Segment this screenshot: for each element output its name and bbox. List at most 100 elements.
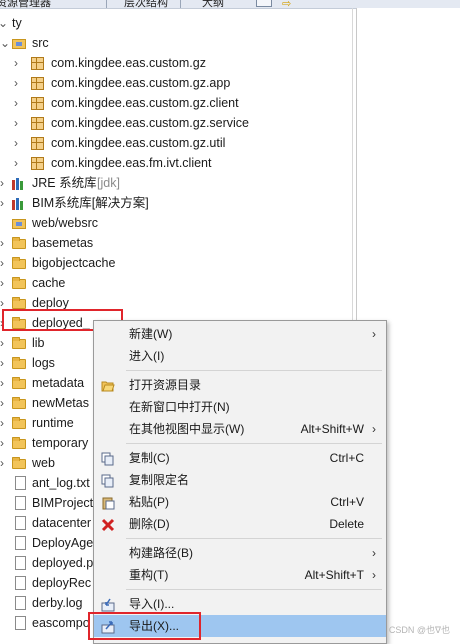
bim-label: BIM系统库[解决方案]	[32, 196, 149, 210]
menu-item-shortcut: Ctrl+C	[329, 451, 364, 465]
context-menu: 新建(W) › 进入(I) 打开资源目录 在新窗口中打开(N) 在其他视图中显示…	[93, 320, 387, 644]
collapse-chevron-icon[interactable]: ›	[0, 193, 10, 213]
collapse-chevron-icon[interactable]: ›	[0, 333, 10, 353]
collapse-chevron-icon[interactable]: ›	[14, 53, 24, 73]
src-label: src	[32, 36, 49, 50]
delete-icon	[101, 517, 115, 532]
menu-item-shortcut: Alt+Shift+W	[300, 422, 364, 436]
submenu-arrow-icon: ›	[372, 546, 376, 560]
menu-item-open-new-window[interactable]: 在新窗口中打开(N)	[94, 396, 386, 418]
menu-item-delete[interactable]: 删除(D) Delete	[94, 513, 386, 535]
menu-item-label: 打开资源目录	[129, 378, 202, 392]
file-label: deployed.p	[32, 556, 94, 570]
folder-icon	[12, 277, 26, 289]
tab-hierarchy[interactable]: 层次结构	[124, 0, 168, 8]
collapse-chevron-icon[interactable]: ›	[0, 353, 10, 373]
collapse-chevron-icon[interactable]: ›	[14, 113, 24, 133]
menu-item-copy-qualified-name[interactable]: 复制限定名	[94, 469, 386, 491]
open-folder-icon	[101, 378, 115, 392]
file-label: derby.log	[32, 596, 83, 610]
expand-chevron-icon[interactable]: ⌄	[0, 33, 10, 53]
collapse-chevron-icon[interactable]: ›	[0, 373, 10, 393]
package-icon	[31, 117, 44, 130]
file-label: ant_log.txt	[32, 476, 90, 490]
folder-icon	[12, 397, 26, 409]
folder-label: runtime	[32, 416, 74, 430]
collapse-chevron-icon[interactable]: ›	[0, 293, 10, 313]
collapse-chevron-icon[interactable]: ›	[0, 173, 10, 193]
collapse-chevron-icon[interactable]: ›	[0, 393, 10, 413]
collapse-chevron-icon[interactable]: ›	[0, 313, 10, 333]
menu-item-label: 导出(X)...	[129, 619, 179, 633]
collapse-chevron-icon[interactable]: ›	[0, 433, 10, 453]
submenu-arrow-icon: ›	[372, 568, 376, 582]
menu-item-build-path[interactable]: 构建路径(B) ›	[94, 542, 386, 564]
menu-item-copy[interactable]: 复制(C) Ctrl+C	[94, 447, 386, 469]
file-label: datacenter	[32, 516, 92, 530]
library-icon	[12, 198, 26, 210]
collapse-chevron-icon[interactable]: ›	[14, 133, 24, 153]
collapse-chevron-icon[interactable]: ›	[0, 273, 10, 293]
collapse-chevron-icon[interactable]: ›	[0, 233, 10, 253]
menu-item-new[interactable]: 新建(W) ›	[94, 323, 386, 345]
collapse-chevron-icon[interactable]: ›	[0, 413, 10, 433]
link-editor-icon[interactable]: ⇨	[282, 0, 291, 8]
package-label: com.kingdee.eas.custom.gz.service	[51, 116, 250, 130]
collapse-chevron-icon[interactable]: ›	[0, 453, 10, 473]
collapse-chevron-icon[interactable]: ›	[0, 253, 10, 273]
folder-label: bigobjectcache	[32, 256, 116, 270]
menu-item-shortcut: Delete	[329, 517, 364, 531]
folder-label: metadata	[32, 376, 85, 390]
menu-item-open-resource-dir[interactable]: 打开资源目录	[94, 374, 386, 396]
package-label: com.kingdee.eas.custom.gz.app	[51, 76, 231, 90]
menu-separator	[126, 538, 382, 539]
submenu-arrow-icon: ›	[372, 327, 376, 341]
copy-icon	[101, 451, 115, 466]
collapse-chevron-icon[interactable]: ›	[14, 93, 24, 113]
menu-item-refactor[interactable]: 重构(T) Alt+Shift+T ›	[94, 564, 386, 586]
folder-icon	[12, 357, 26, 369]
menu-item-export[interactable]: 导出(X)...	[94, 615, 386, 637]
file-label: eascompo	[32, 616, 90, 630]
package-icon	[31, 157, 44, 170]
paste-icon	[101, 495, 115, 510]
collapse-chevron-icon[interactable]: ›	[14, 153, 24, 173]
source-folder-icon	[12, 219, 26, 229]
menu-item-show-in[interactable]: 在其他视图中显示(W) Alt+Shift+W ›	[94, 418, 386, 440]
folder-label: web/websrc	[32, 216, 98, 230]
folder-label: lib	[32, 336, 45, 350]
jre-label: JRE 系统库	[32, 176, 97, 190]
menu-item-label: 复制(C)	[129, 451, 170, 465]
menu-item-label: 构建路径(B)	[129, 546, 193, 560]
folder-icon	[12, 417, 26, 429]
folder-label: deployed_	[32, 316, 90, 330]
menu-item-label: 进入(I)	[129, 349, 165, 363]
tab-outline[interactable]: 大纲	[202, 0, 224, 8]
library-icon	[12, 178, 26, 190]
file-label: BIMProject	[32, 496, 94, 510]
file-icon	[15, 596, 26, 610]
folder-icon	[12, 377, 26, 389]
menu-item-import[interactable]: 导入(I)...	[94, 593, 386, 615]
file-icon	[15, 496, 26, 510]
submenu-arrow-icon: ›	[372, 422, 376, 436]
menu-item-go-into[interactable]: 进入(I)	[94, 345, 386, 367]
folder-icon	[12, 297, 26, 309]
folder-label: deploy	[32, 296, 69, 310]
tab-resource-explorer[interactable]: 资源管理器	[0, 0, 51, 8]
file-icon	[15, 576, 26, 590]
file-label: deployRec	[32, 576, 92, 590]
menu-item-label: 重构(T)	[129, 568, 169, 582]
menu-separator	[126, 443, 382, 444]
collapse-chevron-icon[interactable]: ›	[14, 73, 24, 93]
expand-chevron-icon[interactable]: ⌄	[0, 13, 8, 33]
folder-label: temporary	[32, 436, 89, 450]
package-icon	[31, 57, 44, 70]
folder-icon	[12, 317, 26, 329]
collapse-all-icon[interactable]	[256, 0, 272, 7]
jre-suffix-label: [jdk]	[97, 176, 120, 190]
export-icon	[101, 619, 115, 634]
menu-item-label: 粘贴(P)	[129, 495, 169, 509]
menu-item-paste[interactable]: 粘贴(P) Ctrl+V	[94, 491, 386, 513]
folder-label: cache	[32, 276, 66, 290]
